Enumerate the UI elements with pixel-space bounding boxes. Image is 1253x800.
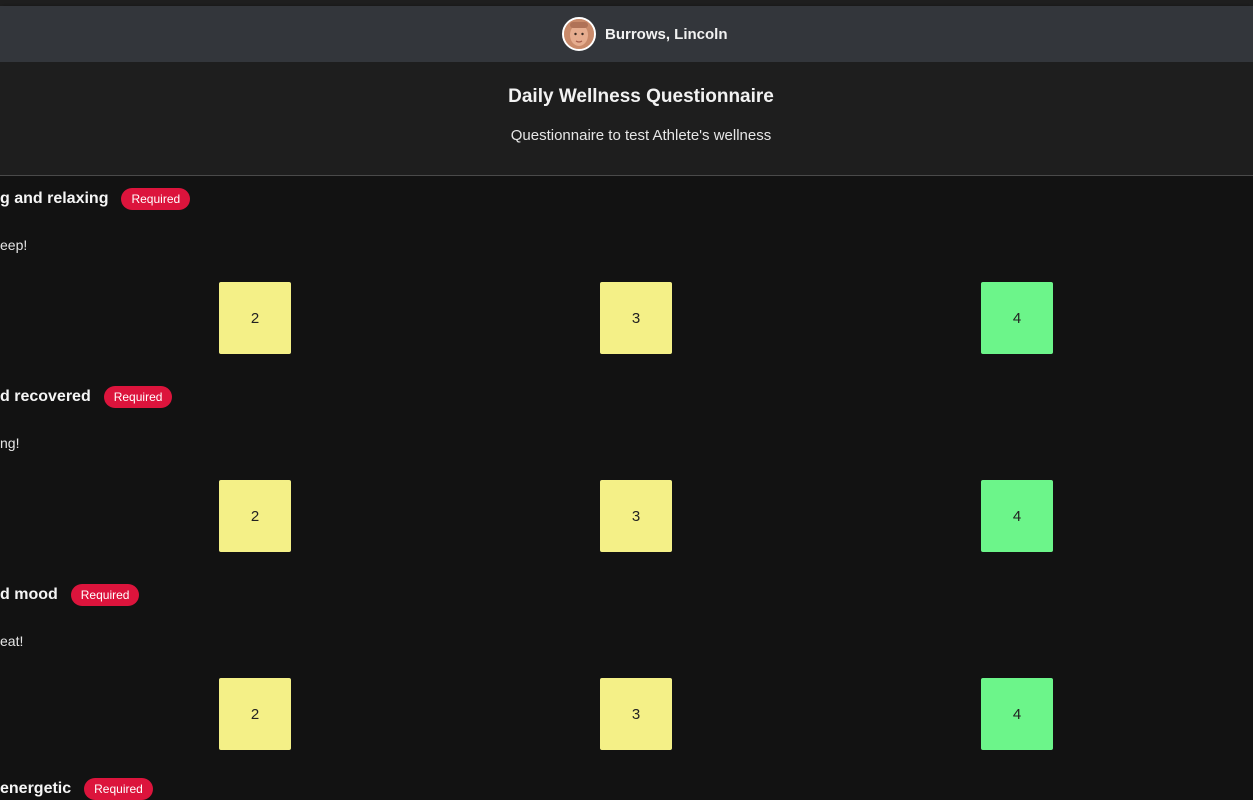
required-badge: Required xyxy=(70,584,140,606)
question-description: eep! xyxy=(0,237,28,253)
question-label: d mood Required xyxy=(0,584,140,606)
question-label-text: d mood xyxy=(0,586,58,603)
app-header: Burrows, Lincoln xyxy=(0,6,1253,62)
required-badge: Required xyxy=(84,778,153,800)
question-label-text: g and relaxing xyxy=(0,190,109,207)
question-label-text: d recovered xyxy=(0,388,91,405)
rating-option-2[interactable]: 2 xyxy=(219,282,291,354)
question-4: energetic Required xyxy=(0,770,1253,800)
rating-option-3[interactable]: 3 xyxy=(600,480,672,552)
user-profile[interactable]: Burrows, Lincoln xyxy=(562,17,728,51)
question-2: d recovered Required ng! 2 3 4 xyxy=(0,374,1253,572)
user-name: Burrows, Lincoln xyxy=(605,25,728,43)
question-3: d mood Required eat! 2 3 4 xyxy=(0,572,1253,770)
question-description: ng! xyxy=(0,435,20,451)
rating-option-2[interactable]: 2 xyxy=(219,678,291,750)
question-label: d recovered Required xyxy=(0,386,173,408)
required-badge: Required xyxy=(121,188,191,210)
question-label: g and relaxing Required xyxy=(0,188,191,210)
rating-option-4[interactable]: 4 xyxy=(981,678,1053,750)
required-badge: Required xyxy=(103,386,173,408)
rating-option-4[interactable]: 4 xyxy=(981,282,1053,354)
question-label-text: energetic xyxy=(0,780,72,797)
avatar-face-icon xyxy=(564,19,594,49)
page-subtitle: Questionnaire to test Athlete's wellness xyxy=(510,127,772,144)
question-description: eat! xyxy=(0,633,24,649)
rating-option-4[interactable]: 4 xyxy=(981,480,1053,552)
rating-option-3[interactable]: 3 xyxy=(600,678,672,750)
rating-option-3[interactable]: 3 xyxy=(600,282,672,354)
questionnaire-header: Daily Wellness Questionnaire Questionnai… xyxy=(0,62,1253,176)
question-label: energetic Required xyxy=(0,778,153,800)
rating-option-2[interactable]: 2 xyxy=(219,480,291,552)
question-1: g and relaxing Required eep! 2 3 4 xyxy=(0,176,1253,374)
avatar[interactable] xyxy=(562,17,596,51)
questions-list: g and relaxing Required eep! 2 3 4 d rec… xyxy=(0,176,1253,800)
page-title: Daily Wellness Questionnaire xyxy=(508,86,774,107)
